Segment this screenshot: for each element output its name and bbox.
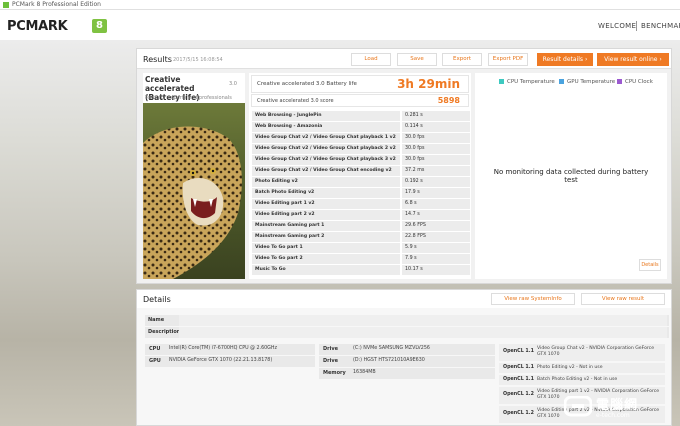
description-label: Description [148,329,181,335]
name-value[interactable] [179,315,667,326]
results-title: Results [143,55,172,64]
view-result-online-button[interactable]: View result online › [597,53,669,66]
system-info-middle: Drive (C:) NVMe SAMSUNG MZVLV256 Drive (… [319,342,495,426]
chevron-right-icon: › [584,56,588,63]
table-row: Batch Photo Editing v2 17.9 s [251,188,471,199]
watermark-logo-icon [564,396,592,417]
system-info-left: CPU Intel(R) Core(TM) i7-6700HQ CPU @ 2.… [145,342,315,426]
results-date: 2017/5/15 16:08:54 [173,57,223,63]
export-button[interactable]: Export [442,53,482,66]
drive2-value: (D:) HGST HTS721010A9E630 [353,358,425,363]
view-raw-systeminfo-button[interactable]: View raw SystemInfo [491,293,575,305]
table-row: Photo Editing v2 0.192 s [251,177,471,188]
opencl-row: OpenCL 1.1 Batch Photo Editing v2 - Not … [499,375,665,385]
details-title: Details [143,295,171,304]
logo-version-badge: 8 [92,19,107,33]
opencl-row: OpenCL 1.1 Video Group Chat v2 - NVIDIA … [499,344,665,361]
window-titlebar: PCMark 8 Professional Edition [0,0,680,10]
table-row: Video Group Chat v2 / Video Group Chat e… [251,166,471,177]
no-monitoring-message: No monitoring data collected during batt… [493,168,649,184]
result-details-label: Result details [542,56,584,63]
watermark-text: 電腦網 [596,398,639,413]
table-row: Mainstream Gaming part 1 29.6 FPS [251,221,471,232]
view-online-label: View result online [604,56,658,63]
table-row: Mainstream Gaming part 2 22.8 FPS [251,232,471,243]
battery-life-row: Creative accelerated 3.0 Battery life 3h… [251,75,469,93]
legend-swatch [617,79,622,84]
monitoring-details-button[interactable]: Details [639,259,661,271]
gpu-row: GPU NVIDIA GeForce GTX 1070 (22.21.13.81… [145,356,315,367]
table-row: Video Group Chat v2 / Video Group Chat p… [251,144,471,155]
table-row: Video Editing part 2 v2 14.7 s [251,210,471,221]
chevron-right-icon: › [659,56,662,63]
results-header: Results 2017/5/15 16:08:54 Load Save Exp… [137,49,671,69]
table-row: Web Browsing - Amazonia 0.114 s [251,122,471,133]
table-row: Video To Go part 2 7.9 s [251,254,471,265]
load-button[interactable]: Load [351,53,391,66]
test-info-column: Creative accelerated (Battery life) 3.0 … [143,73,245,279]
legend-cpu-temperature[interactable]: CPU Temperature [499,79,555,85]
window-title: PCMark 8 Professional Edition [12,1,101,8]
test-version: 3.0 [229,81,237,87]
top-nav: PCMARK 8 WELCOME BENCHMARK [0,10,680,40]
details-header: Details View raw SystemInfo View raw res… [137,290,671,308]
cpu-value: Intel(R) Core(TM) i7-6700HQ CPU @ 2.60GH… [169,346,278,351]
score-row: Creative accelerated 3.0 score 5898 [251,94,469,107]
export-pdf-button[interactable]: Export PDF [488,53,528,66]
nav-separator [636,21,637,31]
legend-swatch [499,79,504,84]
name-label: Name [148,317,165,323]
table-row: Video Group Chat v2 / Video Group Chat p… [251,155,471,166]
drive1-value: (C:) NVMe SAMSUNG MZVLV256 [353,346,430,351]
legend-gpu-temperature[interactable]: GPU Temperature [559,79,615,85]
table-row: Music To Go 10.17 s [251,265,471,276]
drive-row: Drive (D:) HGST HTS721010A9E630 [319,356,495,367]
drive-row: Drive (C:) NVMe SAMSUNG MZVLV256 [319,344,495,355]
watermark-url: e-tech.com [596,412,630,419]
monitoring-column: CPU Temperature GPU Temperature CPU Cloc… [475,73,667,279]
opencl-row: OpenCL 1.1 Photo Editing v2 - Not in use [499,363,665,373]
score-value: 5898 [437,96,460,105]
cpu-row: CPU Intel(R) Core(TM) i7-6700HQ CPU @ 2.… [145,344,315,355]
pcmark-logo: PCMARK [7,19,68,34]
table-row: Video Editing part 1 v2 6.8 s [251,199,471,210]
name-row: Name [145,315,669,326]
results-panel: Results 2017/5/15 16:08:54 Load Save Exp… [136,48,672,284]
watermark: 電腦網 e-tech.com [560,392,680,426]
nav-welcome[interactable]: WELCOME [598,22,636,30]
save-button[interactable]: Save [397,53,437,66]
scores-column: Creative accelerated 3.0 Battery life 3h… [249,73,471,279]
memory-row: Memory 16384MB [319,368,495,379]
table-row: Web Browsing - JunglePin 0.281 s [251,111,471,122]
table-row: Video Group Chat v2 / Video Group Chat p… [251,133,471,144]
score-label: Creative accelerated 3.0 score [257,98,334,104]
view-raw-result-button[interactable]: View raw result [581,293,665,305]
legend-swatch [559,79,564,84]
memory-value: 16384MB [353,370,376,375]
description-row: Description [145,327,669,338]
gpu-value: NVIDIA GeForce GTX 1070 (22.21.13.8178) [169,358,273,363]
description-value[interactable] [179,327,667,338]
result-details-button[interactable]: Result details › [537,53,593,66]
battery-life-label: Creative accelerated 3.0 Battery life [257,81,357,87]
app-icon [3,2,9,8]
nav-benchmark[interactable]: BENCHMARK [641,22,680,30]
leopard-image [143,103,245,279]
legend-cpu-clock[interactable]: CPU Clock [617,79,653,85]
battery-life-value: 3h 29min [397,77,460,91]
table-row: Video To Go part 1 5.9 s [251,243,471,254]
test-subtitle: Tests for experts and professionals [145,95,232,101]
